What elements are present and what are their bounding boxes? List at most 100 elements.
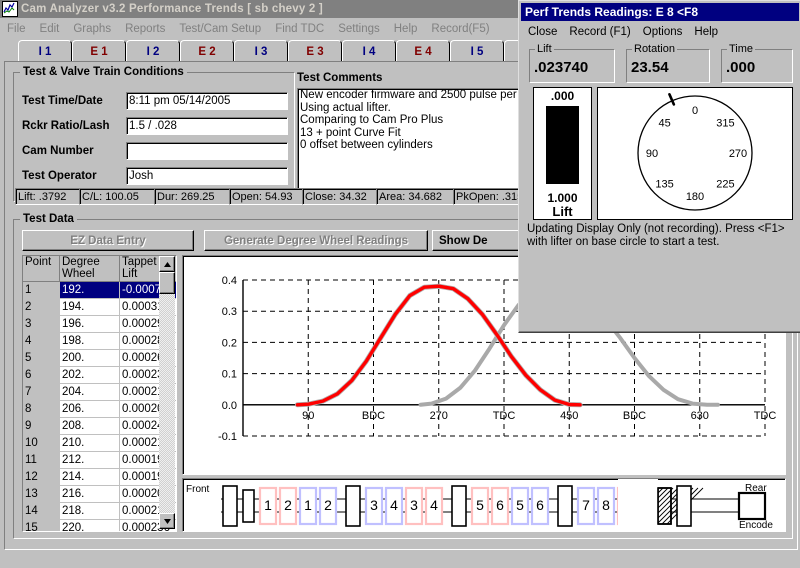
svg-text:90: 90 bbox=[646, 148, 658, 160]
stat-close: Close: 34.32 bbox=[302, 188, 377, 205]
input-rckr-ratio-lash[interactable]: 1.5 / .028 bbox=[126, 117, 288, 135]
tab-e4[interactable]: E 4 bbox=[396, 40, 450, 62]
dialog-menu-options[interactable]: Options bbox=[637, 26, 689, 38]
input-test-time-date[interactable]: 8:11 pm 05/14/2005 bbox=[126, 92, 288, 110]
table-row[interactable]: 13 216. 0.000207 bbox=[23, 486, 176, 503]
menu-settings[interactable]: Settings bbox=[331, 22, 387, 36]
scrollbar-track[interactable] bbox=[159, 272, 175, 513]
svg-text:90: 90 bbox=[302, 410, 314, 422]
input-cam-number[interactable] bbox=[126, 142, 288, 160]
tab-i1[interactable]: I 1 bbox=[18, 40, 72, 62]
cell-degree-wheel[interactable]: 210. bbox=[60, 435, 120, 452]
cell-point: 2 bbox=[23, 299, 60, 316]
tab-e2[interactable]: E 2 bbox=[180, 40, 234, 62]
svg-text:225: 225 bbox=[716, 178, 734, 190]
svg-text:0: 0 bbox=[692, 105, 698, 117]
svg-text:135: 135 bbox=[655, 178, 673, 190]
table-row[interactable]: 6 202. 0.000239 bbox=[23, 367, 176, 384]
cell-point: 6 bbox=[23, 367, 60, 384]
table-row[interactable]: 2 194. 0.000315 bbox=[23, 299, 176, 316]
cell-degree-wheel[interactable]: 200. bbox=[60, 350, 120, 367]
tab-e1[interactable]: E 1 bbox=[72, 40, 126, 62]
svg-text:4: 4 bbox=[390, 497, 398, 513]
camshaft-lobe-diagram[interactable]: FrontRearEncode1212343456567878 bbox=[182, 478, 786, 532]
label-rckr-ratio-lash: Rckr Ratio/Lash bbox=[22, 120, 110, 132]
svg-text:-0.1: -0.1 bbox=[218, 431, 237, 443]
tab-e3[interactable]: E 3 bbox=[288, 40, 342, 62]
reading-rotation-label: Rotation bbox=[632, 43, 677, 55]
table-row[interactable]: 8 206. 0.000203 bbox=[23, 401, 176, 418]
generate-degree-wheel-readings-button[interactable]: Generate Degree Wheel Readings bbox=[204, 230, 428, 251]
svg-text:0.3: 0.3 bbox=[222, 306, 237, 318]
cell-degree-wheel[interactable]: 202. bbox=[60, 367, 120, 384]
tab-i3[interactable]: I 3 bbox=[234, 40, 288, 62]
menu-file[interactable]: File bbox=[0, 22, 33, 36]
label-test-operator: Test Operator bbox=[22, 170, 97, 182]
menu-record[interactable]: Record(F5) bbox=[424, 22, 496, 36]
table-row[interactable]: 3 196. 0.000299 bbox=[23, 316, 176, 333]
stat-dur: Dur: 269.25 bbox=[154, 188, 230, 205]
dialog-status-text: Updating Display Only (not recording). P… bbox=[527, 223, 785, 248]
reading-time-group: Time .000 bbox=[721, 43, 793, 83]
cell-degree-wheel[interactable]: 216. bbox=[60, 486, 120, 503]
cell-degree-wheel[interactable]: 214. bbox=[60, 469, 120, 486]
cell-degree-wheel[interactable]: 192. bbox=[60, 282, 120, 299]
stat-area: Area: 34.682 bbox=[376, 188, 454, 205]
cell-degree-wheel[interactable]: 198. bbox=[60, 333, 120, 350]
cell-degree-wheel[interactable]: 218. bbox=[60, 503, 120, 520]
svg-text:45: 45 bbox=[658, 118, 670, 130]
table-row[interactable]: 7 204. 0.000215 bbox=[23, 384, 176, 401]
table-row[interactable]: 4 198. 0.000284 bbox=[23, 333, 176, 350]
dialog-menu-help[interactable]: Help bbox=[688, 26, 724, 38]
svg-text:270: 270 bbox=[430, 410, 448, 422]
svg-text:0.4: 0.4 bbox=[222, 275, 237, 287]
cell-point: 15 bbox=[23, 520, 60, 531]
dialog-menu-record[interactable]: Record (F1) bbox=[563, 26, 636, 38]
table-row[interactable]: 12 214. 0.000194 bbox=[23, 469, 176, 486]
table-row[interactable]: 14 218. 0.000219 bbox=[23, 503, 176, 520]
reading-lift-value: .023740 bbox=[534, 59, 589, 76]
menu-help[interactable]: Help bbox=[387, 22, 425, 36]
cell-degree-wheel[interactable]: 212. bbox=[60, 452, 120, 469]
cell-degree-wheel[interactable]: 196. bbox=[60, 316, 120, 333]
table-row[interactable]: 11 212. 0.000197 bbox=[23, 452, 176, 469]
tab-i2[interactable]: I 2 bbox=[126, 40, 180, 62]
scroll-down-arrow-icon[interactable] bbox=[159, 513, 175, 529]
table-row[interactable]: 5 200. 0.000264 bbox=[23, 350, 176, 367]
menu-find-tdc[interactable]: Find TDC bbox=[268, 22, 331, 36]
test-data-grid[interactable]: Point Degree Wheel Tappet Lift 1 192. -0.000… bbox=[22, 255, 177, 532]
ez-data-entry-button[interactable]: EZ Data Entry bbox=[22, 230, 194, 251]
table-row[interactable]: 9 208. 0.000246 bbox=[23, 418, 176, 435]
table-row[interactable]: 10 210. 0.000218 bbox=[23, 435, 176, 452]
svg-text:450: 450 bbox=[560, 410, 578, 422]
comment-line: New encoder firmware and 2500 pulse per … bbox=[300, 89, 533, 101]
menu-graphs[interactable]: Graphs bbox=[66, 22, 118, 36]
comment-line: 13 + point Curve Fit bbox=[300, 126, 401, 139]
cell-degree-wheel[interactable]: 194. bbox=[60, 299, 120, 316]
svg-text:6: 6 bbox=[536, 497, 544, 513]
scroll-up-arrow-icon[interactable] bbox=[159, 256, 175, 272]
tab-i5[interactable]: I 5 bbox=[450, 40, 504, 62]
table-row[interactable]: 1 192. -0.000715 bbox=[23, 282, 176, 299]
table-row[interactable]: 15 220. 0.000236 bbox=[23, 520, 176, 531]
cell-degree-wheel[interactable]: 208. bbox=[60, 418, 120, 435]
comment-line: Comparing to Cam Pro Plus bbox=[300, 114, 444, 126]
stat-cl: C/L: 100.05 bbox=[79, 188, 155, 205]
grid-vertical-scrollbar[interactable] bbox=[159, 256, 175, 529]
comments-textarea[interactable]: New encoder firmware and 2500 pulse per … bbox=[297, 88, 533, 191]
input-test-operator[interactable]: Josh bbox=[126, 167, 288, 185]
svg-text:180: 180 bbox=[686, 191, 704, 203]
cell-degree-wheel[interactable]: 206. bbox=[60, 401, 120, 418]
tab-i4[interactable]: I 4 bbox=[342, 40, 396, 62]
menu-reports[interactable]: Reports bbox=[118, 22, 172, 36]
menu-test-cam-setup[interactable]: Test/Cam Setup bbox=[172, 22, 268, 36]
cell-degree-wheel[interactable]: 204. bbox=[60, 384, 120, 401]
scrollbar-thumb[interactable] bbox=[159, 272, 175, 294]
cell-degree-wheel[interactable]: 220. bbox=[60, 520, 120, 531]
menu-edit[interactable]: Edit bbox=[33, 22, 67, 36]
cell-point: 8 bbox=[23, 401, 60, 418]
dialog-menu-close[interactable]: Close bbox=[522, 26, 563, 38]
comment-line: 0 offset between cylinders bbox=[300, 139, 433, 151]
cell-point: 12 bbox=[23, 469, 60, 486]
svg-text:0.0: 0.0 bbox=[222, 400, 237, 412]
